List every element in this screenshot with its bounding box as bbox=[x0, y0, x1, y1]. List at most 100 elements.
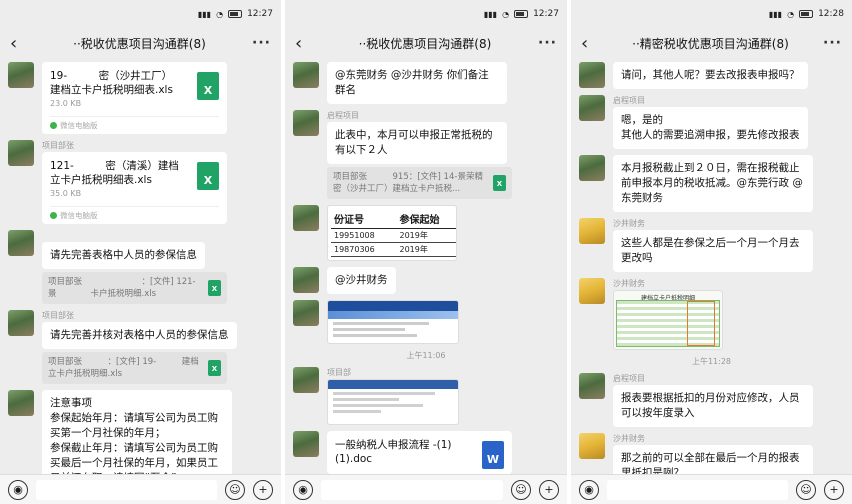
back-arrow-icon[interactable]: ‹ bbox=[295, 33, 315, 54]
avatar[interactable] bbox=[293, 431, 319, 457]
more-options-icon[interactable]: ··· bbox=[820, 35, 842, 51]
avatar[interactable] bbox=[293, 267, 319, 293]
back-arrow-icon[interactable]: ‹ bbox=[10, 33, 30, 54]
status-time: 12:27 bbox=[247, 9, 273, 19]
table-screenshot[interactable]: 份证号 参保起始 19951008 2019年 19870306 2019年 bbox=[327, 205, 457, 261]
plus-icon[interactable]: + bbox=[253, 479, 273, 500]
message: @东莞财务 @沙井财务 你们备注群名 bbox=[293, 62, 559, 104]
file-card[interactable]: 19- 密（沙井工厂）建档立卡户抵税明细表.xls 23.0 KB X 微信电脑… bbox=[42, 62, 227, 134]
avatar[interactable] bbox=[293, 62, 319, 88]
wechat-pc-icon bbox=[50, 212, 57, 219]
id-table: 份证号 参保起始 19951008 2019年 19870306 2019年 bbox=[331, 209, 456, 257]
emoji-icon[interactable]: ☺ bbox=[225, 479, 245, 500]
file-name: 一般纳税人申报流程 -(1)(1).doc bbox=[335, 439, 452, 465]
emoji-icon[interactable]: ☺ bbox=[796, 479, 816, 500]
battery-icon bbox=[514, 10, 529, 18]
screenshot-collage: ▮▮▮ ◔ 12:27 ‹ ··税收优惠项目沟通群(8) ··· 19- 密（沙… bbox=[0, 0, 852, 504]
word-icon: W bbox=[482, 441, 504, 469]
message-input[interactable] bbox=[36, 479, 217, 500]
quote-text: 项目部张 ：[文件] 19- 建档立卡户抵税明细.xls bbox=[48, 357, 199, 379]
quoted-message[interactable]: 项目部张 915：[文件] 14-景荣精密（沙井工厂）建档立卡户抵税... X bbox=[327, 167, 512, 199]
avatar[interactable] bbox=[8, 310, 34, 336]
avatar[interactable] bbox=[8, 390, 34, 416]
message: 本月报税截止到２０日，需在报税截止前申报本月的税收抵减。@东莞行政 @东莞财务 bbox=[579, 155, 844, 212]
avatar[interactable] bbox=[579, 278, 605, 304]
wechat-pc-icon bbox=[50, 122, 57, 129]
message: 项目部张 请先完善并核对表格中人员的参保信息 项目部张 ：[文件] 19- 建档… bbox=[8, 310, 273, 384]
avatar[interactable] bbox=[579, 62, 605, 88]
message-list[interactable]: 请问，其他人呢？要去改报表申报吗？ 启程项目 嗯，是的 其他人的需要追溯申报，要… bbox=[571, 58, 852, 474]
text-bubble[interactable]: 这些人都是在参保之后一个月一个月去更改吗 bbox=[613, 230, 813, 272]
message: 启程项目 报表要根据抵扣的月份对应修改，人员可以按年度录入 bbox=[579, 373, 844, 427]
plus-icon[interactable]: + bbox=[539, 479, 559, 500]
signal-icon: ▮▮▮ bbox=[768, 9, 783, 19]
avatar[interactable] bbox=[293, 205, 319, 231]
avatar[interactable] bbox=[293, 300, 319, 326]
plus-icon[interactable]: + bbox=[824, 479, 844, 500]
avatar[interactable] bbox=[8, 230, 34, 256]
message: 沙井财务 这些人都是在参保之后一个月一个月去更改吗 bbox=[579, 218, 844, 272]
message: 19- 密（沙井工厂）建档立卡户抵税明细表.xls 23.0 KB X 微信电脑… bbox=[8, 62, 273, 134]
message-input[interactable] bbox=[321, 479, 503, 500]
sender-nickname: 项目部张 bbox=[42, 311, 74, 320]
avatar[interactable] bbox=[8, 140, 34, 166]
text-bubble[interactable]: 本月报税截止到２０日，需在报税截止前申报本月的税收抵减。@东莞行政 @东莞财务 bbox=[613, 155, 813, 212]
avatar[interactable] bbox=[579, 95, 605, 121]
sheet-grid bbox=[616, 300, 720, 347]
quoted-message[interactable]: 项目部张 ：[文件] 19- 建档立卡户抵税明细.xls X bbox=[42, 352, 227, 384]
file-card[interactable]: 一般纳税人申报流程 -(1)(1).doc W bbox=[327, 431, 512, 474]
sender-nickname: 沙井财务 bbox=[613, 279, 645, 288]
file-source-label: 微信电脑版 bbox=[60, 211, 98, 220]
more-options-icon[interactable]: ··· bbox=[535, 35, 557, 51]
message-list[interactable]: @东莞财务 @沙井财务 你们备注群名 启程项目 此表中，本月可以申报正常抵税的有… bbox=[285, 58, 567, 474]
message: 请问，其他人呢？要去改报表申报吗？ bbox=[579, 62, 844, 89]
avatar[interactable] bbox=[579, 373, 605, 399]
text-bubble[interactable]: 那之前的可以全部在最后一个月的报表里抵扣是咧？ bbox=[613, 445, 813, 474]
avatar[interactable] bbox=[579, 155, 605, 181]
avatar[interactable] bbox=[293, 367, 319, 393]
avatar[interactable] bbox=[579, 433, 605, 459]
status-time: 12:27 bbox=[533, 9, 559, 19]
text-bubble[interactable]: 嗯，是的 其他人的需要追溯申报，要先修改报表 bbox=[613, 107, 808, 149]
text-bubble[interactable]: 报表要根据抵扣的月份对应修改，人员可以按年度录入 bbox=[613, 385, 813, 427]
battery-icon bbox=[799, 10, 814, 18]
message: 项目部 bbox=[293, 367, 559, 425]
excel-icon: X bbox=[197, 162, 219, 190]
text-bubble[interactable]: 请问，其他人呢？要去改报表申报吗？ bbox=[613, 62, 808, 89]
quoted-message[interactable]: 项目部张 ：[文件] 121-景 卡户抵税明细.xls X bbox=[42, 272, 227, 304]
file-size: 35.0 KB bbox=[50, 189, 82, 198]
image-message[interactable] bbox=[327, 300, 459, 344]
voice-icon[interactable]: ◉ bbox=[293, 479, 313, 500]
message: 份证号 参保起始 19951008 2019年 19870306 2019年 bbox=[293, 205, 559, 261]
image-banner bbox=[328, 301, 458, 311]
emoji-icon[interactable]: ☺ bbox=[511, 479, 531, 500]
timestamp: 上午11:28 bbox=[691, 357, 732, 366]
file-card[interactable]: 121- 密（清溪）建档立卡户抵税明细表.xls 35.0 KB X 微信电脑版 bbox=[42, 152, 227, 224]
chat-header: ‹ ··税收优惠项目沟通群(8) ··· bbox=[0, 28, 281, 58]
message-input[interactable] bbox=[607, 479, 788, 500]
text-bubble[interactable]: @东莞财务 @沙井财务 你们备注群名 bbox=[327, 62, 507, 104]
message: 项目部张 121- 密（清溪）建档立卡户抵税明细表.xls 35.0 KB X … bbox=[8, 140, 273, 224]
phone-screen-3: ▮▮▮ ◔ 12:28 ‹ ··精密税收优惠项目沟通群(8) ··· 请问，其他… bbox=[571, 0, 852, 504]
image-message[interactable] bbox=[327, 379, 459, 425]
avatar[interactable] bbox=[8, 62, 34, 88]
text-bubble[interactable]: 请先完善并核对表格中人员的参保信息 bbox=[42, 322, 237, 349]
table-cell: 2019年 bbox=[396, 242, 456, 257]
more-options-icon[interactable]: ··· bbox=[249, 35, 271, 51]
image-content bbox=[328, 389, 458, 416]
text-bubble[interactable]: 此表中，本月可以申报正常抵税的有以下２人 bbox=[327, 122, 507, 164]
avatar[interactable] bbox=[579, 218, 605, 244]
avatar[interactable] bbox=[293, 110, 319, 136]
voice-icon[interactable]: ◉ bbox=[579, 479, 599, 500]
voice-icon[interactable]: ◉ bbox=[8, 479, 28, 500]
text-bubble[interactable]: 请先完善表格中人员的参保信息 bbox=[42, 242, 205, 269]
text-bubble[interactable]: @沙井财务 bbox=[327, 267, 396, 294]
text-bubble[interactable]: 注意事项 参保起始年月：请填写公司为员工购买第一个月社保的年月； 参保截止年月：… bbox=[42, 390, 232, 474]
message-list[interactable]: 19- 密（沙井工厂）建档立卡户抵税明细表.xls 23.0 KB X 微信电脑… bbox=[0, 58, 281, 474]
message: 一般纳税人申报流程 -(1)(1).doc W bbox=[293, 431, 559, 474]
input-bar: ◉ ☺ + bbox=[285, 474, 567, 504]
status-bar: ▮▮▮ ◔ 12:28 bbox=[571, 0, 852, 28]
spreadsheet-image[interactable]: 建档立卡户抵税明细 bbox=[613, 290, 723, 350]
message: 请先完善表格中人员的参保信息 项目部张 ：[文件] 121-景 卡户抵税明细.x… bbox=[8, 230, 273, 304]
back-arrow-icon[interactable]: ‹ bbox=[581, 33, 601, 54]
